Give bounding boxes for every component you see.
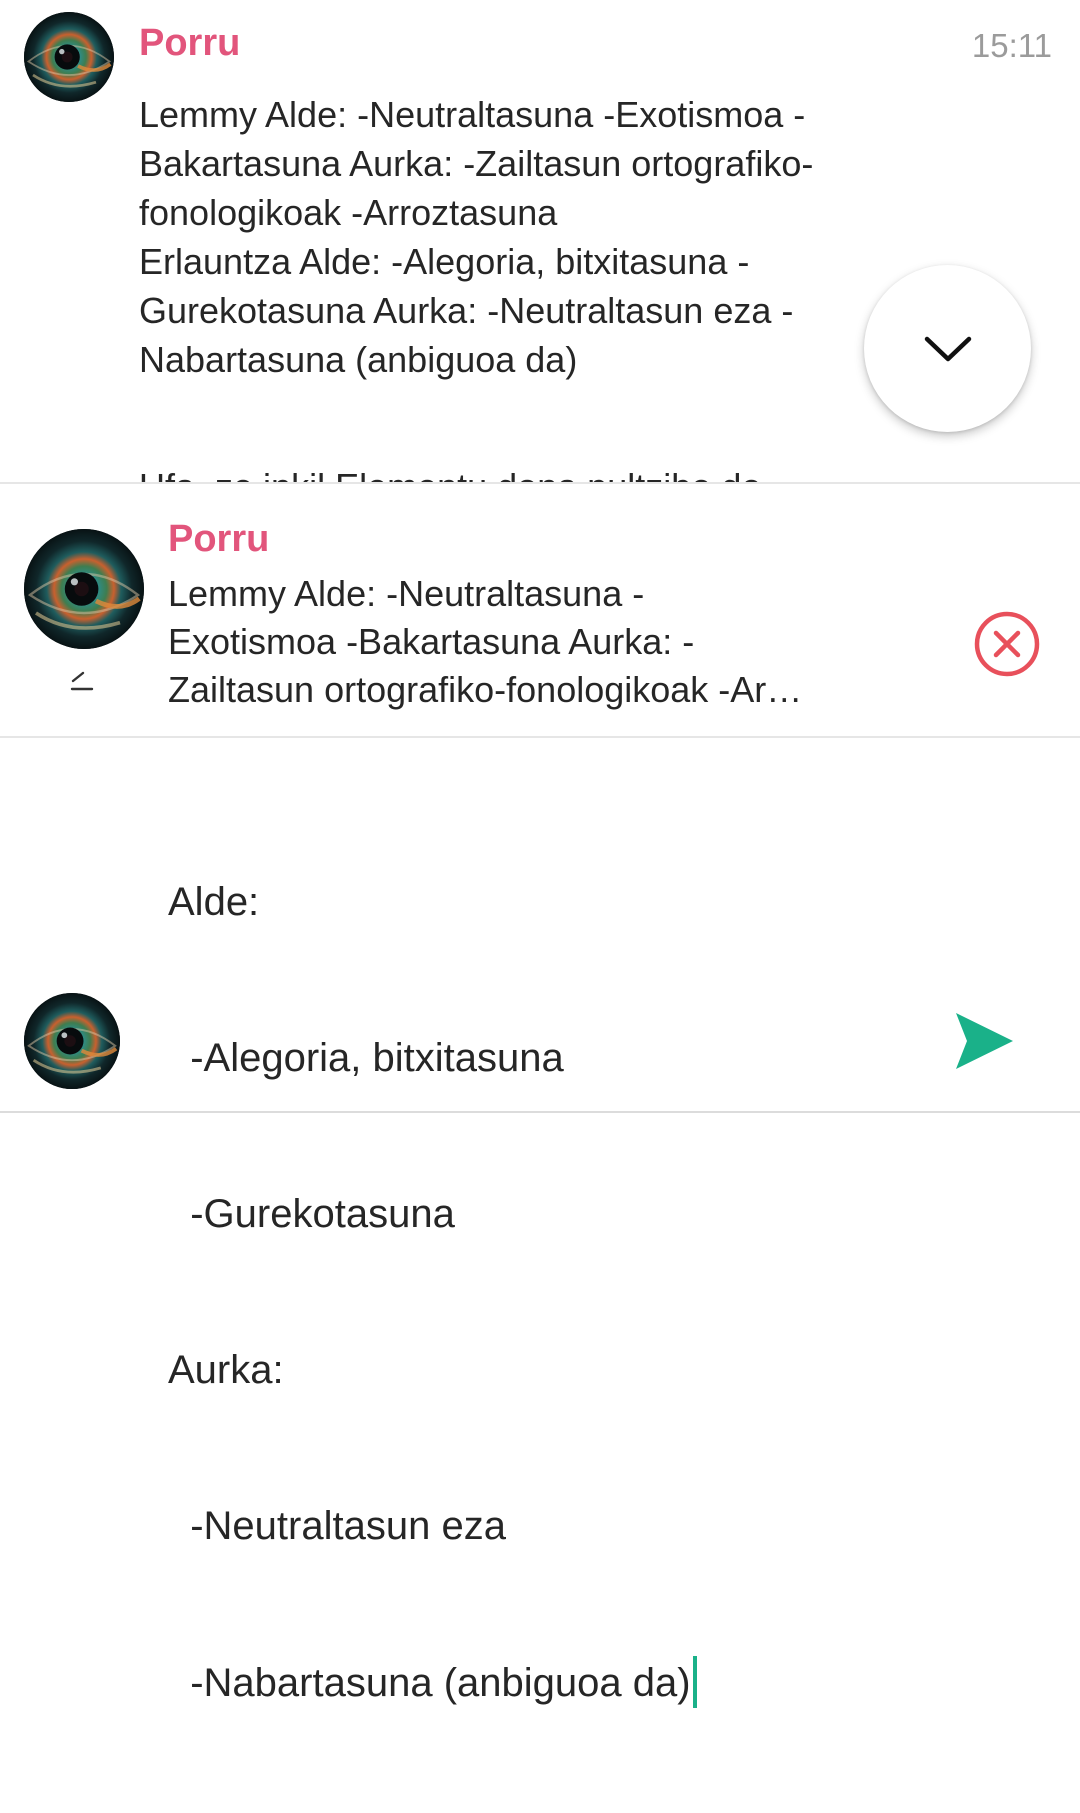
eye-avatar-image — [24, 529, 144, 649]
eye-avatar-image — [24, 12, 114, 102]
reply-author: Porru — [168, 518, 270, 560]
reply-quoted-text: Lemmy Alde: -Neutraltasuna - Exotismoa -… — [168, 570, 948, 714]
message-text[interactable]: Lemmy Alde: -Neutraltasuna -Exotismoa - … — [139, 90, 939, 384]
message-line: Erlauntza Alde: -Alegoria, bitxitasuna - — [139, 241, 750, 282]
pencil-icon — [70, 671, 94, 691]
composer-line: Aurka: — [168, 1348, 284, 1392]
message-line: Bakartasuna Aurka: -Zailtasun ortografik… — [139, 143, 814, 184]
scroll-to-bottom-button[interactable] — [864, 265, 1031, 432]
close-circle-icon[interactable] — [972, 609, 1042, 679]
message-line: Nabartasuna (anbiguoa da) — [139, 339, 578, 380]
send-icon[interactable] — [953, 1010, 1015, 1072]
reply-preview: Porru Lemmy Alde: -Neutraltasuna - Exoti… — [0, 482, 1080, 738]
reply-line: Exotismoa -Bakartasuna Aurka: - — [168, 621, 695, 662]
composer-line-last: -Nabartasuna (anbiguoa da) — [168, 1656, 928, 1709]
message-line: fonologikoak -Arroztasuna — [139, 192, 558, 233]
avatar[interactable] — [24, 12, 114, 102]
message-author[interactable]: Porru — [139, 18, 240, 68]
composer-line: -Alegoria, bitxitasuna — [168, 1036, 564, 1080]
composer-line: -Gurekotasuna — [168, 1192, 455, 1236]
reply-line: Zailtasun ortografiko-fonologikoak -Ar… — [168, 669, 803, 710]
eye-avatar-image — [24, 993, 120, 1089]
message-line: Gurekotasuna Aurka: -Neutraltasun eza - — [139, 290, 794, 331]
message-list[interactable]: Porru 15:11 Lemmy Alde: -Neutraltasuna -… — [0, 0, 1080, 482]
avatar[interactable] — [24, 993, 120, 1089]
chevron-down-icon — [924, 336, 971, 361]
composer-line: -Neutraltasun eza — [168, 1504, 506, 1548]
next-message-partial: Ufa, ze inkil Elementu dona pultzibe de — [139, 462, 761, 482]
message-composer: Alde: -Alegoria, bitxitasuna -Gurekotasu… — [0, 738, 1080, 1708]
text-cursor — [692, 1656, 697, 1708]
message-timestamp: 15:11 — [971, 27, 1052, 64]
reply-line: Lemmy Alde: -Neutraltasuna - — [168, 573, 645, 614]
composer-line-text: -Nabartasuna (anbiguoa da) — [168, 1661, 691, 1705]
avatar — [24, 529, 144, 649]
message-input[interactable]: Alde: -Alegoria, bitxitasuna -Gurekotasu… — [168, 772, 928, 1813]
message-line: Lemmy Alde: -Neutraltasuna -Exotismoa - — [139, 94, 806, 135]
composer-line: Alde: — [168, 880, 260, 924]
